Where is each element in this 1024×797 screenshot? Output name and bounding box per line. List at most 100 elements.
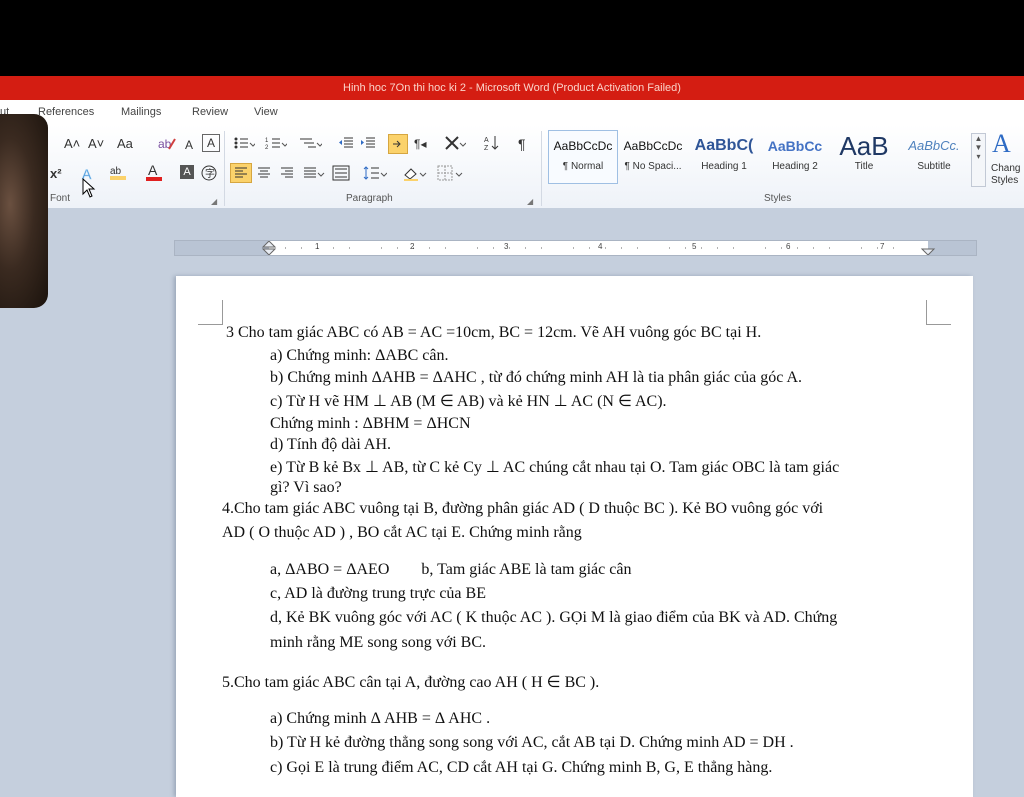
character-border-icon[interactable]: A xyxy=(202,134,220,152)
clear-formatting-icon[interactable]: ab xyxy=(158,135,176,153)
style-title[interactable]: AaB Title xyxy=(830,131,898,183)
change-styles-label-2: Styles xyxy=(991,175,1019,186)
change-styles-button[interactable]: A Chang Styles xyxy=(986,129,1024,189)
style-sample: AaBbC( xyxy=(694,137,754,154)
gallery-more-icon[interactable]: ▾ xyxy=(972,152,985,161)
style-sample: AaBbCc xyxy=(767,138,823,154)
ruler-number: 3 xyxy=(504,242,509,251)
doc-line: c) Gọi E là trung điểm AC, CD cắt AH tại… xyxy=(270,759,773,776)
svg-text:A: A xyxy=(185,138,193,151)
style-sample: AaBbCcDc xyxy=(553,139,613,153)
crop-mark-left xyxy=(198,300,223,325)
problem-3-heading: 3 Cho tam giác ABC có AB = AC =10cm, BC … xyxy=(226,324,762,341)
style-subtitle[interactable]: AaBbCc. Subtitle xyxy=(900,131,968,183)
line-spacing-icon[interactable] xyxy=(363,165,388,183)
ltr-direction-icon[interactable] xyxy=(388,134,408,154)
align-right-icon[interactable] xyxy=(279,165,295,183)
tab-view[interactable]: View xyxy=(254,106,278,118)
superscript-button[interactable]: x² xyxy=(50,165,62,183)
style-name: Subtitle xyxy=(917,161,951,172)
group-divider xyxy=(224,131,225,206)
styles-group-label: Styles xyxy=(764,193,792,204)
phonetic-guide-icon[interactable]: A xyxy=(183,135,199,153)
style-name: Heading 1 xyxy=(701,161,747,172)
highlight-color-button[interactable]: ab xyxy=(110,163,128,181)
group-divider xyxy=(541,131,542,206)
doc-line: a) Chứng minh: ΔABC cân. xyxy=(270,347,449,364)
screen-top-black-area xyxy=(0,0,1024,76)
doc-line: b) Từ H kẻ đường thẳng song song với AC,… xyxy=(270,734,794,751)
increase-indent-icon[interactable] xyxy=(360,135,376,153)
horizontal-ruler[interactable]: 1 2 3 4 5 6 7 xyxy=(174,240,977,256)
style-no-spacing[interactable]: AaBbCcDc ¶ No Spaci... xyxy=(619,131,687,183)
decrease-indent-icon[interactable] xyxy=(338,135,354,153)
tab-mailings[interactable]: Mailings xyxy=(121,106,161,118)
scroll-up-icon[interactable]: ▲ xyxy=(972,134,985,143)
ruler-number: 1 xyxy=(315,242,320,251)
style-sample: AaBbCcDc xyxy=(623,139,683,153)
document-page[interactable]: 3 Cho tam giác ABC có AB = AC =10cm, BC … xyxy=(176,276,973,797)
highlight-swatch xyxy=(110,176,126,180)
ribbon: A˄ A˅ Aa ab A A x² A ab A A 字 Font ◢ 12 … xyxy=(0,125,1024,209)
doc-line: gì? Vì sao? xyxy=(270,479,342,496)
bullets-icon[interactable] xyxy=(233,135,257,153)
doc-line: a, ΔABO = ΔAEO b, Tam giác ABE là tam gi… xyxy=(270,561,632,578)
style-name: Title xyxy=(854,161,874,172)
borders-icon[interactable] xyxy=(437,165,465,183)
doc-line: e) Từ B kẻ Bx ⊥ AB, từ C kẻ Cy ⊥ AC chún… xyxy=(270,459,840,476)
align-center-icon[interactable] xyxy=(256,165,272,183)
style-sample: AaBbCc. xyxy=(908,138,960,153)
rtl-direction-icon[interactable]: ¶◂ xyxy=(414,135,426,153)
paragraph-group-label: Paragraph xyxy=(346,193,393,204)
asian-layout-icon[interactable] xyxy=(444,135,467,153)
ruler-number: 7 xyxy=(880,242,885,251)
tab-references[interactable]: References xyxy=(38,106,94,118)
change-styles-label: Chang xyxy=(991,163,1021,174)
styles-gallery-scroll[interactable]: ▲ ▼ ▾ xyxy=(971,133,986,187)
font-color-swatch xyxy=(146,177,162,181)
justify-icon[interactable] xyxy=(302,165,326,183)
grow-font-button[interactable]: A˄ xyxy=(64,135,80,153)
change-case-button[interactable]: Aa xyxy=(117,135,133,153)
svg-text:Z: Z xyxy=(484,145,489,151)
numbering-icon[interactable]: 12 xyxy=(265,135,289,153)
ruler-number: 6 xyxy=(786,242,791,251)
style-heading-1[interactable]: AaBbC( Heading 1 xyxy=(690,131,758,183)
doc-line: Chứng minh : ΔBHM = ΔHCN xyxy=(270,415,471,432)
ruler-number: 4 xyxy=(598,242,603,251)
character-shading-icon[interactable]: A xyxy=(180,165,194,179)
doc-line: d) Tính độ dài AH. xyxy=(270,436,392,453)
svg-text:字: 字 xyxy=(205,167,215,180)
doc-line: b) Chứng minh ΔAHB = ΔAHC , từ đó chứng … xyxy=(270,369,802,386)
doc-line: AD ( O thuộc AD ) , BO cắt AC tại E. Chứ… xyxy=(222,524,582,541)
enclose-characters-icon[interactable]: 字 xyxy=(201,165,217,183)
window-title-bar: Hinh hoc 7On thi hoc ki 2 - Microsoft Wo… xyxy=(0,76,1024,100)
style-normal[interactable]: AaBbCcDc ¶ Normal xyxy=(548,130,618,184)
shading-icon[interactable] xyxy=(402,165,428,183)
ruler-ticks xyxy=(261,241,936,255)
svg-text:1: 1 xyxy=(265,138,269,144)
style-sample: AaB xyxy=(839,131,889,161)
multilevel-list-icon[interactable] xyxy=(298,135,324,153)
scroll-down-icon[interactable]: ▼ xyxy=(972,143,985,152)
tab-review[interactable]: Review xyxy=(192,106,228,118)
distributed-icon[interactable] xyxy=(332,165,350,183)
svg-text:2: 2 xyxy=(265,145,269,151)
align-left-icon[interactable] xyxy=(230,163,252,183)
doc-line: d, Kẻ BK vuông góc với AC ( K thuộc AC )… xyxy=(270,609,838,626)
style-heading-2[interactable]: AaBbCc Heading 2 xyxy=(761,131,829,183)
font-color-button[interactable]: A xyxy=(146,162,162,181)
problem-5-heading: 5.Cho tam giác ABC cân tại A, đường cao … xyxy=(222,674,600,691)
shrink-font-button[interactable]: A˅ xyxy=(88,135,104,153)
ruler-number: 2 xyxy=(410,242,415,251)
doc-line: a) Chứng minh Δ AHB = Δ AHC . xyxy=(270,710,491,727)
doc-line: minh rằng ME song song với BC. xyxy=(270,634,487,651)
sort-icon[interactable]: AZ xyxy=(484,135,500,153)
crop-mark-right xyxy=(926,300,951,325)
style-name: Heading 2 xyxy=(772,161,818,172)
webcam-overlay xyxy=(0,114,48,308)
doc-line: c, AD là đường trung trực của BE xyxy=(270,585,486,602)
svg-text:A: A xyxy=(484,137,489,144)
show-formatting-marks-icon[interactable]: ¶ xyxy=(518,135,526,153)
doc-line: c) Từ H vẽ HM ⊥ AB (M ∈ AB) và kẻ HN ⊥ A… xyxy=(270,393,667,410)
